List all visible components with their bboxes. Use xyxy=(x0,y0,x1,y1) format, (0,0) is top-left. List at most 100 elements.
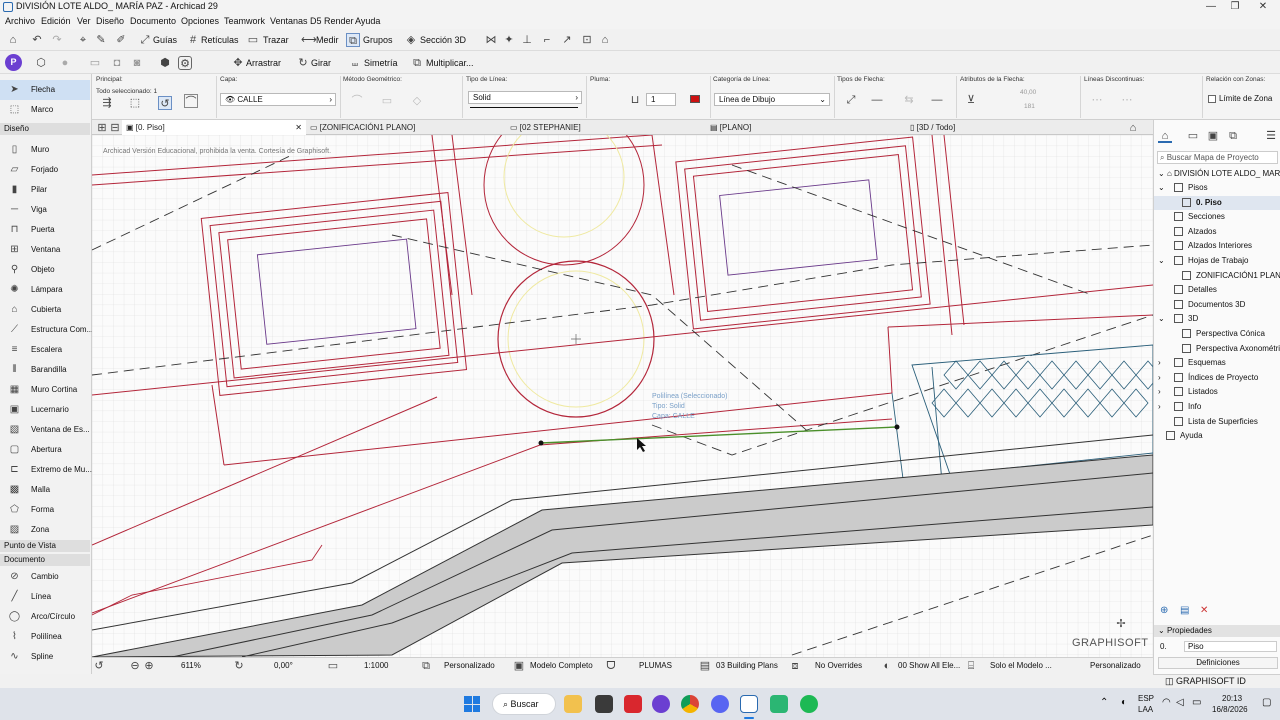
file-explorer-icon[interactable] xyxy=(564,695,582,713)
trace-icon[interactable]: ▭ xyxy=(246,33,260,47)
tool-window[interactable]: ⊞ Ventana xyxy=(0,240,90,260)
chevron-down-icon[interactable]: ⌄ xyxy=(1158,312,1165,326)
rotate-view-icon[interactable]: ↻ xyxy=(232,659,246,673)
menu-ayuda[interactable]: Ayuda xyxy=(355,16,380,26)
windows-start-icon[interactable] xyxy=(464,696,480,712)
multiplicar-button[interactable]: Multiplicar... xyxy=(426,58,474,68)
tool-opening[interactable]: ▢ Abertura xyxy=(0,440,90,460)
layout-book-icon[interactable]: ▣ xyxy=(1206,129,1220,143)
tool-structure[interactable]: ⟋ Estructura Com... xyxy=(0,320,93,340)
pen-set-icon[interactable]: ᗜ xyxy=(604,659,618,673)
tool-mesh[interactable]: ▩ Malla xyxy=(0,480,90,500)
render-icon[interactable]: ◙ xyxy=(130,56,144,70)
dashed-line-2-icon[interactable]: ⋯ xyxy=(1120,93,1134,107)
camera-icon[interactable]: ◘ xyxy=(110,56,124,70)
snap-icon[interactable]: ⋈ xyxy=(484,33,498,47)
arrow-pen-value[interactable]: 181 xyxy=(1024,103,1035,110)
section-documento[interactable]: Documento xyxy=(0,554,90,566)
tool-shell[interactable]: ⬠ Forma xyxy=(0,500,90,520)
reticulas-button[interactable]: Retículas xyxy=(201,35,239,45)
guides-icon[interactable]: ⤢ xyxy=(138,33,152,47)
syringe-icon[interactable]: ✐ xyxy=(114,33,128,47)
tool-wall-end[interactable]: ⊏ Extremo de Mu... xyxy=(0,460,92,480)
tab-menu-icon[interactable]: ⌂ xyxy=(1126,121,1140,135)
tool-zone[interactable]: ▨ Zona xyxy=(0,520,90,540)
nav-item-6[interactable]: ZONIFICACIÓN1 PLANO ( xyxy=(1154,269,1280,283)
structure-icon[interactable]: ⌸ xyxy=(964,659,978,673)
section-diseno[interactable]: Diseño xyxy=(0,123,90,135)
nav-item-17[interactable]: Ayuda xyxy=(1154,429,1280,443)
renovation-filter[interactable]: 00 Show All Ele... xyxy=(898,661,960,670)
roof-icon[interactable]: ⌂ xyxy=(598,33,612,47)
menu-edicion[interactable]: Edición xyxy=(41,16,71,26)
notification-icon[interactable]: ▢ xyxy=(1262,697,1271,708)
settings-icon[interactable]: ▤ xyxy=(1180,605,1189,616)
project-root[interactable]: ⌄ ⌂ DIVISIÓN LOTE ALDO_ MARÍA xyxy=(1154,167,1280,181)
nav-item-5[interactable]: ⌄ Hojas de Trabajo xyxy=(1154,254,1280,268)
measure-icon[interactable]: ⟷ xyxy=(301,33,317,47)
fillet-icon[interactable]: ↗ xyxy=(560,33,574,47)
geometry-method-2-icon[interactable]: ▭ xyxy=(380,94,394,108)
battery-icon[interactable]: ▭ xyxy=(1192,697,1201,708)
timer-icon[interactable]: ⚙ xyxy=(178,56,192,70)
nav-item-15[interactable]: › Info xyxy=(1154,400,1280,414)
navigator-menu-icon[interactable]: ☰ xyxy=(1264,129,1278,143)
layer-combo[interactable]: Personalizado xyxy=(444,661,495,670)
chevron-right-icon[interactable]: › xyxy=(1158,385,1161,399)
tool-door[interactable]: ⊓ Puerta xyxy=(0,220,90,240)
maximize-button[interactable]: ❐ xyxy=(1223,0,1247,14)
multiply-icon[interactable]: ⧉ xyxy=(410,56,424,70)
project-map-icon[interactable]: ⌂ xyxy=(1158,129,1172,143)
clock-time[interactable]: 20:13 xyxy=(1222,694,1242,703)
wifi-icon[interactable]: ◠ xyxy=(1162,697,1171,708)
volume-icon[interactable]: ◁ xyxy=(1176,697,1184,708)
tool-marco[interactable]: ⬚ Marco xyxy=(0,100,90,120)
refresh-icon[interactable]: ↺ xyxy=(92,659,106,673)
mirror-icon[interactable]: ⧢ xyxy=(348,56,362,70)
minimize-button[interactable]: — xyxy=(1199,0,1223,14)
graphisoft-id-bar[interactable]: ◫ GRAPHISOFT ID xyxy=(1153,674,1280,688)
menu-ventanas[interactable]: Ventanas xyxy=(270,16,308,26)
arrow-start-icon[interactable]: — xyxy=(870,93,884,107)
language-indicator-2[interactable]: LAA xyxy=(1138,705,1153,714)
zoom-in-icon[interactable]: ⊕ xyxy=(142,659,156,673)
polyline-node-end[interactable] xyxy=(894,424,900,430)
add-icon[interactable]: ⊕ xyxy=(1160,605,1168,616)
tool-skylight[interactable]: ▣ Lucernario xyxy=(0,400,90,420)
nav-item-16[interactable]: Lista de Superficies xyxy=(1154,415,1280,429)
line-type-select[interactable]: Solid › xyxy=(468,91,582,104)
limite-zona-checkbox[interactable] xyxy=(1208,95,1216,103)
section-3d-icon[interactable]: ◈ xyxy=(404,33,418,47)
dashed-line-1-icon[interactable]: ⋯ xyxy=(1090,93,1104,107)
nav-item-7[interactable]: Detalles xyxy=(1154,283,1280,297)
clock-date[interactable]: 16/8/2026 xyxy=(1212,705,1248,714)
menu-diseno[interactable]: Diseño xyxy=(96,16,124,26)
dimension-standard[interactable]: 03 Building Plans xyxy=(716,661,778,670)
nav-item-1[interactable]: 0. Piso xyxy=(1154,195,1280,210)
rotation-icon[interactable]: ↺ xyxy=(158,96,172,110)
floor-plan-canvas[interactable]: Archicad Versión Educacional, prohibida … xyxy=(92,135,1153,657)
pen-set[interactable]: PLUMAS xyxy=(639,661,672,670)
rotate-icon[interactable]: ↻ xyxy=(296,56,310,70)
nav-item-4[interactable]: Alzados Interiores xyxy=(1154,239,1280,253)
acrobat-icon[interactable] xyxy=(624,695,642,713)
guias-button[interactable]: Guías xyxy=(153,35,177,45)
resize-icon[interactable]: ⊡ xyxy=(580,33,594,47)
menu-archivo[interactable]: Archivo xyxy=(5,16,35,26)
tool-column[interactable]: ▮ Pilar xyxy=(0,180,90,200)
chevron-right-icon[interactable]: › xyxy=(1158,400,1161,414)
properties-header[interactable]: ⌄ Propiedades xyxy=(1154,625,1280,637)
delete-icon[interactable]: ✕ xyxy=(1200,605,1208,616)
section-punto-vista[interactable]: Punto de Vista xyxy=(0,540,90,552)
tool-slab[interactable]: ▱ Forjado xyxy=(0,160,90,180)
tool-beam[interactable]: ─ Viga xyxy=(0,200,90,220)
structural-display[interactable]: Solo el Modelo ... xyxy=(990,661,1052,670)
grid-icon[interactable]: # xyxy=(186,33,200,47)
tray-app-icon[interactable]: ◐ xyxy=(1121,697,1127,708)
nav-item-10[interactable]: Perspectiva Cónica xyxy=(1154,327,1280,341)
line-category-select[interactable]: Línea de Dibujo ⌄ xyxy=(714,93,830,106)
pen-field[interactable]: 1 xyxy=(646,93,676,106)
menu-documento[interactable]: Documento xyxy=(130,16,176,26)
tab-overview-icon[interactable]: ⊞ xyxy=(95,121,109,135)
undo-icon[interactable]: ↶ xyxy=(30,33,44,47)
